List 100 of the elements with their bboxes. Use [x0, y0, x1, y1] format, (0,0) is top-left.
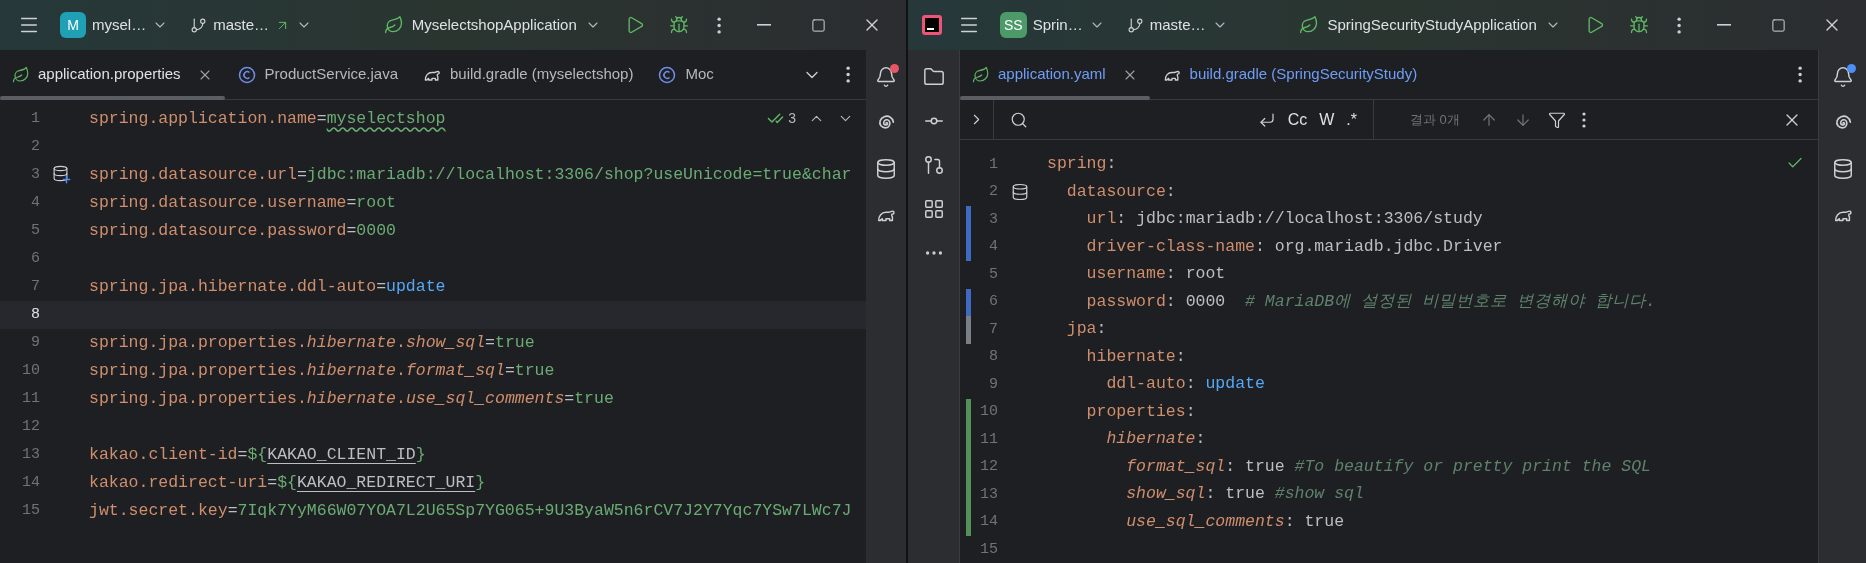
code-line: spring.application.name=myselectshop [89, 107, 446, 130]
circle-c-icon [236, 64, 257, 85]
leaf-icon [12, 65, 30, 84]
line-number: 13 [21, 444, 40, 465]
line-number: 3 [30, 164, 40, 185]
tab-label: Moc [685, 64, 714, 85]
folder-icon[interactable] [922, 66, 945, 88]
more-icon [1676, 16, 1681, 34]
notifications-button[interactable] [1831, 66, 1854, 88]
line-number: 9 [30, 332, 40, 353]
line-number: 2 [30, 136, 40, 157]
code-line: ddl-auto: update [1105, 373, 1265, 396]
search-option[interactable]: .* [1346, 107, 1357, 132]
code-line: spring.jpa.hibernate.ddl-auto=update [89, 275, 446, 298]
search-icon[interactable] [1010, 110, 1028, 129]
maximize-icon [811, 17, 826, 33]
editor-tab[interactable]: application.yaml [960, 50, 1150, 99]
editor-tab[interactable]: application.properties [0, 50, 225, 99]
more-icon [1797, 66, 1802, 83]
leaf-icon [1299, 15, 1320, 35]
line-number: 10 [21, 360, 40, 381]
run-configuration-selector[interactable]: MyselectshopApplication [375, 9, 609, 41]
code-line: spring: [1047, 153, 1117, 176]
code-line: password: 0000 # MariaDB에 설정된 비밀번호로 변경해야 합니다. [1085, 290, 1656, 313]
change-marker[interactable] [965, 508, 971, 536]
code-line: jpa: [1065, 318, 1107, 341]
line-number: 15 [21, 500, 40, 521]
change-marker[interactable] [965, 316, 971, 344]
project-badge: SS [1000, 12, 1027, 38]
pull-request-icon[interactable] [922, 154, 945, 176]
tab-label: application.yaml [998, 64, 1106, 85]
code-line: spring.datasource.password=0000 [89, 219, 396, 242]
leaf-icon [383, 15, 404, 35]
code-line: driver-class-name: org.mariadb.jdbc.Driver [1085, 235, 1503, 258]
project-selector[interactable]: M mysel… [54, 8, 175, 42]
branch-selector[interactable]: maste… [182, 9, 321, 41]
line-number: 4 [988, 237, 998, 257]
inspection-widget[interactable]: 3 [767, 108, 796, 129]
bug-icon [668, 15, 689, 35]
line-number: 15 [979, 539, 998, 560]
database-add-icon[interactable] [52, 165, 72, 185]
database-icon[interactable] [1831, 158, 1854, 180]
line-number: 11 [21, 388, 40, 409]
change-marker[interactable] [965, 206, 971, 234]
leaf-icon [972, 65, 990, 84]
database-icon[interactable] [875, 158, 897, 180]
tab-label: ProductService.java [264, 64, 398, 85]
maximize-icon [1771, 17, 1786, 33]
editor-tab[interactable]: build.gradle (myselectshop) [410, 50, 646, 99]
minimize-icon [1717, 24, 1731, 26]
line-number: 6 [988, 292, 998, 312]
line-number: 8 [30, 304, 40, 325]
more-icon [845, 66, 850, 83]
line-number: 1 [30, 108, 40, 129]
line-number: 10 [979, 402, 998, 422]
app-logo-icon[interactable] [920, 13, 944, 37]
circle-c-icon [657, 64, 678, 85]
code-line: spring.jpa.properties.hibernate.format_sql=true [89, 359, 555, 382]
code-line: kakao.redirect-uri=${KAKAO_REDIRECT_URI} [89, 471, 486, 494]
line-number: 2 [988, 182, 998, 202]
line-number: 9 [988, 374, 998, 395]
filter-icon[interactable] [1547, 110, 1566, 129]
branch-icon [190, 16, 208, 34]
search-option[interactable]: Cc [1287, 107, 1308, 132]
line-number: 5 [30, 220, 40, 241]
database-icon[interactable] [1011, 183, 1029, 202]
editor-tab[interactable]: build.gradle (SpringSecurityStudy) [1149, 50, 1430, 99]
search-result: 결과 0개 [1410, 110, 1460, 129]
code-line: hibernate: [1105, 428, 1206, 451]
tab-label: application.properties [38, 64, 181, 85]
code-line: username: root [1085, 263, 1226, 286]
run-configuration-selector[interactable]: SpringSecurityStudyApplication [1291, 9, 1569, 41]
notifications-button[interactable] [875, 66, 897, 88]
project-selector[interactable]: SS Sprin… [994, 8, 1111, 42]
line-number: 4 [30, 192, 40, 213]
line-number: 11 [979, 429, 998, 450]
structure-icon[interactable] [922, 198, 945, 220]
code-line: url: jdbc:mariadb://localhost:3306/study [1085, 208, 1483, 231]
line-number: 14 [979, 512, 998, 532]
search-option[interactable]: W [1319, 107, 1335, 132]
code-line: spring.jpa.properties.hibernate.show_sql=true [89, 331, 535, 354]
search-field[interactable]: Cc W .* [994, 100, 1374, 139]
code-line: show_sql: true #show sql [1125, 483, 1364, 506]
more-icon [716, 16, 721, 34]
branch-icon [1126, 16, 1144, 34]
change-marker[interactable] [965, 233, 971, 261]
line-number: 7 [988, 319, 998, 340]
line-number: 1 [988, 154, 998, 175]
line-number: 5 [988, 264, 998, 285]
line-number: 8 [988, 347, 998, 367]
editor-tab[interactable]: ProductService.java [224, 50, 410, 99]
project-badge: M [60, 12, 86, 38]
code-line: properties: [1085, 400, 1196, 423]
more-icon[interactable] [1581, 111, 1586, 128]
branch-selector[interactable]: maste… [1118, 9, 1236, 41]
code-line: format_sql: true #To beautify or pretty print the SQL [1125, 455, 1652, 478]
editor-tab[interactable]: Moc [645, 50, 726, 99]
tab-label: build.gradle (SpringSecurityStudy) [1189, 64, 1418, 85]
change-marker[interactable] [965, 398, 971, 426]
change-marker[interactable] [965, 288, 971, 316]
